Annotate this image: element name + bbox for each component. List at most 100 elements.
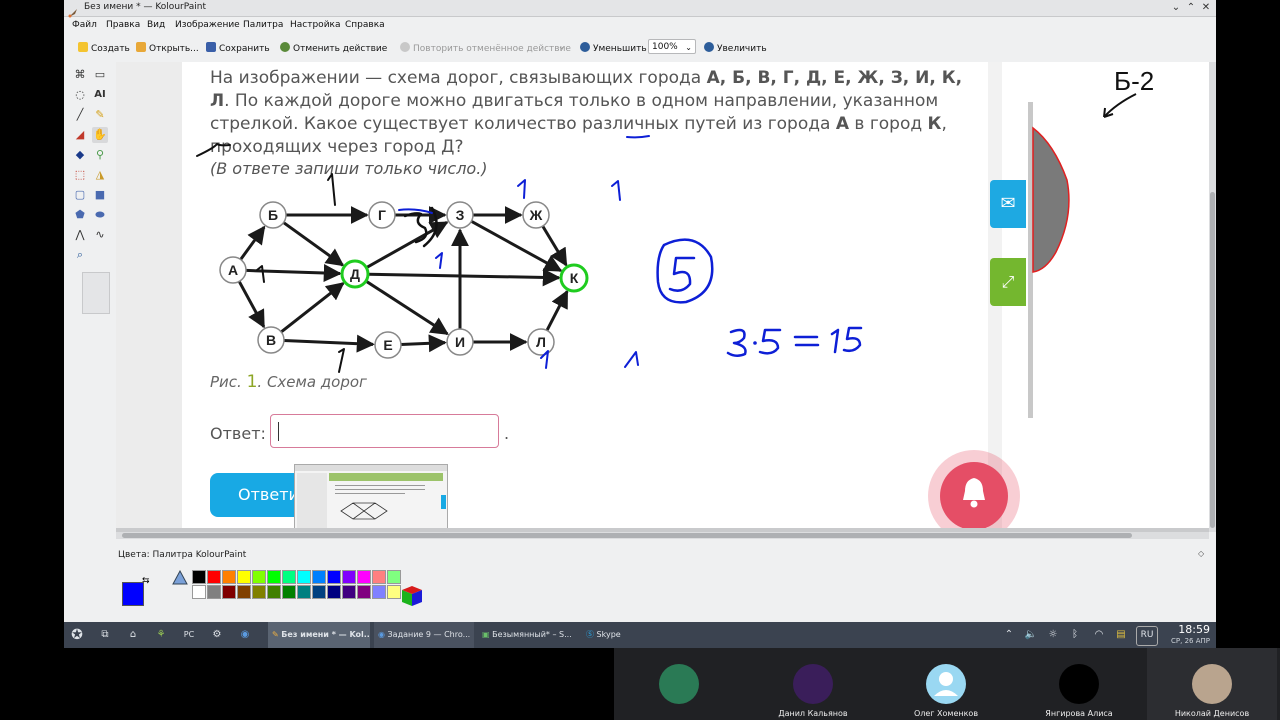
task-skype[interactable]: Ⓢ Skype — [582, 622, 662, 648]
menu-edit[interactable]: Правка — [106, 20, 140, 30]
task-kolourpaint[interactable]: ✎ Без имени * — Kol... — [268, 622, 370, 648]
color-swatch[interactable] — [372, 570, 386, 584]
zoom-select[interactable]: 100% ⌄ — [648, 39, 696, 54]
pencil-icon[interactable]: ✎ — [92, 107, 108, 123]
undo-dropdown-icon[interactable]: ⌄ — [370, 42, 377, 51]
color-swatch[interactable] — [387, 570, 401, 584]
rectangle-icon[interactable]: ■ — [92, 187, 108, 203]
scrollbar-handle[interactable] — [122, 533, 1132, 538]
horizontal-scrollbar[interactable] — [116, 532, 1209, 539]
brightness-icon[interactable]: ☼ — [1044, 626, 1062, 644]
browser-icon[interactable]: ◉ — [236, 626, 254, 644]
file-manager-icon[interactable]: ⌂ — [124, 626, 142, 644]
settings-icon[interactable]: ⚙ — [208, 626, 226, 644]
color-swatch[interactable] — [252, 570, 266, 584]
zoom-in-button[interactable]: Увеличить — [704, 42, 767, 54]
clipboard-icon[interactable]: ▤ — [1112, 626, 1130, 644]
color-swatch[interactable] — [207, 570, 221, 584]
participant-tile[interactable]: Янгирова Алиса — [1014, 648, 1144, 720]
free-select-icon[interactable]: ⌘ — [72, 67, 88, 83]
open-button[interactable]: Открыть... — [136, 42, 199, 54]
clock[interactable]: 18:59 СР, 26 АПР — [1171, 624, 1210, 646]
color-swatch[interactable] — [372, 585, 386, 599]
tray-expand-icon[interactable]: ⌃ — [1000, 626, 1018, 644]
color-swatch[interactable] — [282, 585, 296, 599]
dock-float-icon[interactable]: ◇ — [1198, 549, 1204, 558]
color-swatch[interactable] — [357, 570, 371, 584]
rounded-rect-icon[interactable]: ▢ — [72, 187, 88, 203]
volume-icon[interactable]: 🔈 — [1022, 626, 1040, 644]
polyline-icon[interactable]: ⋀ — [72, 227, 88, 243]
participant-tile[interactable]: Олег Хоменков — [881, 648, 1011, 720]
task-image-editor[interactable]: ▣ Безымянный* – S... — [478, 622, 578, 648]
color-swatch[interactable] — [327, 585, 341, 599]
swap-colors-icon[interactable]: ⇆ — [142, 576, 150, 586]
color-swatch[interactable] — [312, 570, 326, 584]
save-button[interactable]: Сохранить — [206, 42, 270, 54]
color-swatch[interactable] — [237, 570, 251, 584]
color-swatch[interactable] — [342, 570, 356, 584]
app-icon[interactable]: ⚘ — [152, 626, 170, 644]
spraycan-icon[interactable]: ◮ — [92, 167, 108, 183]
brush-icon[interactable]: ✋ — [92, 127, 108, 143]
color-swatch[interactable] — [222, 585, 236, 599]
fill-bucket-icon[interactable]: ◆ — [72, 147, 88, 163]
color-swatch[interactable] — [297, 570, 311, 584]
tool-options[interactable] — [82, 272, 110, 314]
color-swatch[interactable] — [267, 570, 281, 584]
menu-file[interactable]: Файл — [72, 20, 97, 30]
participant-tile[interactable]: Данил Кальянов — [748, 648, 878, 720]
rect-select-icon[interactable]: ▭ — [92, 67, 108, 83]
participant-tile[interactable] — [614, 648, 744, 720]
color-eraser-icon[interactable]: ⬚ — [72, 167, 88, 183]
menu-image[interactable]: Изображение — [175, 20, 240, 30]
foreground-color[interactable] — [122, 582, 144, 606]
windows-icon[interactable]: ⧉ — [96, 626, 114, 644]
bluetooth-icon[interactable]: ᛒ — [1066, 626, 1084, 644]
ellipse-icon[interactable]: ⬬ — [92, 207, 108, 223]
close-icon[interactable]: ✕ — [1200, 2, 1212, 14]
minimize-icon[interactable]: ⌄ — [1170, 2, 1182, 14]
start-menu-icon[interactable]: ✪ — [68, 626, 86, 644]
color-picker-icon[interactable]: ⚲ — [92, 147, 108, 163]
color-similarity-icon[interactable] — [172, 570, 188, 586]
menu-help[interactable]: Справка — [345, 20, 385, 30]
eraser-icon[interactable]: ◢ — [72, 127, 88, 143]
color-swatch[interactable] — [342, 585, 356, 599]
color-swatch[interactable] — [237, 585, 251, 599]
color-swatch[interactable] — [297, 585, 311, 599]
keyboard-layout[interactable]: RU — [1136, 626, 1158, 646]
zoom-out-button[interactable]: Уменьшить — [580, 42, 647, 54]
color-swatch[interactable] — [387, 585, 401, 599]
menu-palette[interactable]: Палитра — [243, 20, 283, 30]
wifi-icon[interactable]: ◠ — [1090, 626, 1108, 644]
text-tool-icon[interactable]: AI — [92, 87, 108, 103]
color-swatch[interactable] — [327, 570, 341, 584]
curve-icon[interactable]: ∿ — [92, 227, 108, 243]
polygon-icon[interactable]: ⬟ — [72, 207, 88, 223]
task-chrome[interactable]: ◉ Задание 9 — Chro... — [374, 622, 474, 648]
menu-view[interactable]: Вид — [147, 20, 165, 30]
color-swatch[interactable] — [192, 570, 206, 584]
redo-dropdown-icon[interactable]: ⌄ — [558, 42, 565, 51]
line-tool-icon[interactable]: ╱ — [72, 107, 88, 123]
color-swatch[interactable] — [357, 585, 371, 599]
pc-icon[interactable]: PC — [180, 626, 198, 644]
scrollbar-handle[interactable] — [1210, 192, 1215, 528]
color-swatch[interactable] — [312, 585, 326, 599]
color-swatch[interactable] — [207, 585, 221, 599]
redo-button[interactable]: Повторить отменённое действие — [400, 42, 571, 54]
answer-input[interactable] — [270, 414, 499, 448]
color-swatch[interactable] — [282, 570, 296, 584]
color-swatch[interactable] — [252, 585, 266, 599]
ellipse-select-icon[interactable]: ◌ — [72, 87, 88, 103]
color-swatch[interactable] — [222, 570, 236, 584]
image-canvas[interactable]: На изображении — схема дорог, связывающи… — [116, 62, 1209, 528]
vertical-scrollbar[interactable] — [1209, 62, 1216, 532]
maximize-icon[interactable]: ⌃ — [1185, 2, 1197, 14]
menu-settings[interactable]: Настройка — [290, 20, 341, 30]
new-button[interactable]: Создать — [78, 42, 130, 54]
color-swatch[interactable] — [267, 585, 281, 599]
window-preview-thumbnail[interactable] — [294, 464, 448, 528]
participant-tile[interactable]: Николай Денисов — [1147, 648, 1277, 720]
